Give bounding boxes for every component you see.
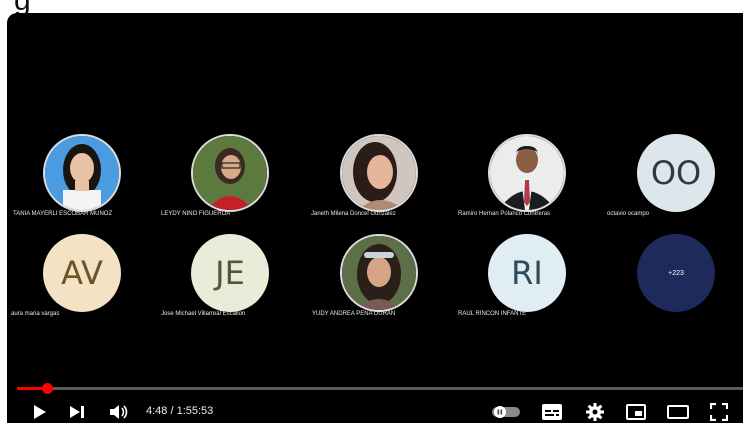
progress-bar[interactable] <box>17 383 743 394</box>
volume-icon <box>110 405 128 419</box>
participant-avatar <box>191 134 269 212</box>
person-photo-icon <box>193 136 267 210</box>
play-button[interactable] <box>31 401 49 423</box>
participant-name: YUDY ANDREA PENA DURAN <box>312 311 396 317</box>
person-photo-icon <box>342 136 416 210</box>
avatar-initials: AV <box>61 254 103 292</box>
theater-mode-button[interactable] <box>666 401 690 423</box>
play-icon <box>34 405 46 419</box>
participant-name: TANIA MAYERLI ESCOBAR MUNOZ <box>13 211 113 217</box>
theater-mode-icon <box>667 405 689 419</box>
participant-name: Jose Michael Villarreal Escallon <box>161 311 246 317</box>
more-participants-badge[interactable]: +223 <box>637 234 715 312</box>
next-icon <box>70 406 84 418</box>
subtitles-button[interactable] <box>541 401 563 423</box>
autoplay-toggle[interactable] <box>491 401 521 423</box>
fullscreen-button[interactable] <box>709 401 729 423</box>
next-button[interactable] <box>68 401 86 423</box>
participant-avatar <box>43 134 121 212</box>
avatar-initials: RI <box>511 254 543 292</box>
participant-avatar <box>340 234 418 312</box>
time-display: 4:48 / 1:55:53 <box>146 405 214 417</box>
volume-button[interactable] <box>108 401 130 423</box>
participant-name: LEYDY NINO FIGUEROA <box>161 211 231 217</box>
participant-avatar: RI <box>488 234 566 312</box>
fullscreen-icon <box>710 403 728 421</box>
avatar-initials: OO <box>650 154 702 192</box>
video-player[interactable]: TANIA MAYERLI ESCOBAR MUNOZ LEYDY NINO F… <box>7 13 743 423</box>
participant-name: octavio ocampo <box>607 211 650 217</box>
participant-avatar: JE <box>191 234 269 312</box>
person-photo-icon <box>45 136 119 210</box>
miniplayer-button[interactable] <box>625 401 647 423</box>
subtitles-icon <box>542 404 562 420</box>
participant-name: aura maria vargas <box>11 311 60 317</box>
settings-button[interactable] <box>584 401 606 423</box>
progress-scrubber[interactable] <box>42 383 54 394</box>
participant-avatar <box>488 134 566 212</box>
participant-avatar: OO <box>637 134 715 212</box>
participant-avatar: AV <box>43 234 121 312</box>
participant-avatar <box>340 134 418 212</box>
miniplayer-icon <box>626 404 646 420</box>
settings-icon <box>586 403 604 421</box>
participant-name: Ramiro Hernan Polanco Contreras <box>458 211 551 217</box>
autoplay-toggle-icon <box>492 406 520 418</box>
person-photo-icon <box>490 136 564 210</box>
participant-name: Janeth Milena Doncel Gonzalez <box>311 211 396 217</box>
participant-name: RAUL RINCON INFANTE <box>458 311 527 317</box>
person-photo-icon <box>342 236 416 310</box>
avatar-initials: JE <box>215 254 245 292</box>
